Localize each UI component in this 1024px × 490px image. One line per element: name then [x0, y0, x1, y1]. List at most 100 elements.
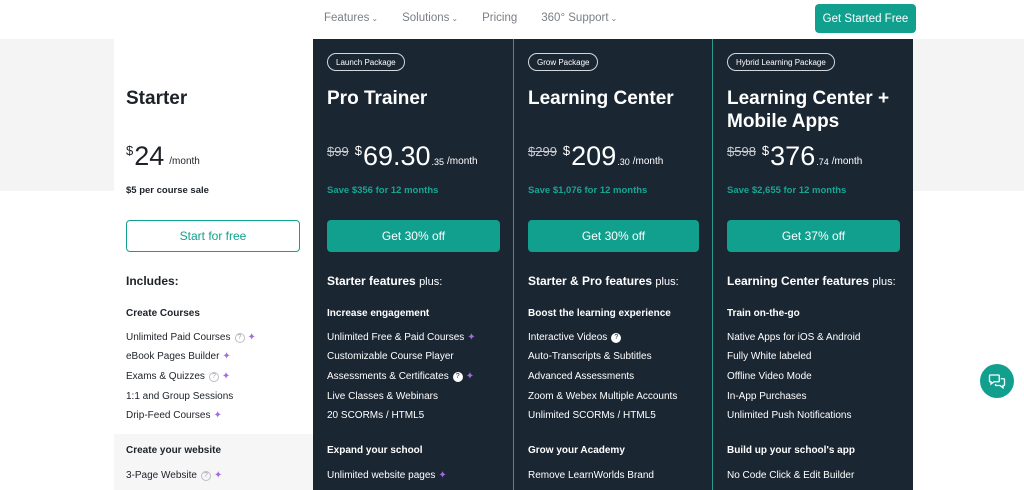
sparkle-icon: ✦: [222, 351, 231, 362]
sparkle-icon: ✦: [465, 371, 475, 382]
feature-label: No Code Click & Edit Builder: [727, 470, 855, 481]
feature-item: eBook Pages Builder ✦: [126, 351, 231, 362]
feature-item: Unlimited SCORMs / HTML5: [528, 410, 656, 421]
chevron-down-icon: ⌄: [451, 13, 459, 23]
section-heading: Grow your Academy: [528, 445, 625, 456]
currency-symbol: $: [126, 143, 134, 158]
plan-title-line: Mobile Apps: [727, 111, 840, 132]
feature-label: In-App Purchases: [727, 391, 807, 402]
nav-item-features[interactable]: Features ⌄: [324, 12, 378, 24]
get-started-free-button[interactable]: Get Started Free: [815, 4, 916, 33]
get-discount-button[interactable]: Get 37% off: [727, 220, 900, 252]
per-sale-fee: $5 per course sale: [126, 185, 209, 196]
feature-label: Offline Video Mode: [727, 371, 812, 382]
section-heading: Increase engagement: [327, 308, 430, 319]
nav-item-support[interactable]: 360° Support ⌄: [541, 12, 617, 24]
currency-symbol: $: [354, 143, 362, 158]
chevron-down-icon: ⌄: [610, 13, 618, 23]
package-tag: Launch Package: [327, 53, 405, 71]
feature-item: Zoom & Webex Multiple Accounts: [528, 391, 677, 402]
chat-button[interactable]: [980, 364, 1014, 398]
feature-item: Customizable Course Player: [327, 351, 454, 362]
plan-mobile-apps: Hybrid Learning Package Learning Center …: [727, 39, 901, 490]
feature-item: Interactive Videos?: [528, 332, 622, 343]
feature-label: Advanced Assessments: [528, 371, 635, 382]
price-amount: 376: [770, 141, 816, 171]
feature-label: Native Apps for iOS & Android: [727, 332, 861, 343]
plan-price: $598 $ 376 .74 /month: [727, 141, 862, 171]
section-heading: Create your website: [126, 445, 222, 456]
feature-label: Drip-Feed Courses: [126, 410, 211, 421]
feature-item: 1:1 and Group Sessions: [126, 391, 233, 402]
feature-label: Unlimited website pages: [327, 470, 436, 481]
price-cents: .74: [816, 157, 829, 167]
includes-plus: plus:: [655, 276, 679, 288]
feature-label: Customizable Course Player: [327, 351, 454, 362]
feature-label: eBook Pages Builder: [126, 351, 220, 362]
package-tag: Grow Package: [528, 53, 599, 71]
get-discount-button[interactable]: Get 30% off: [327, 220, 500, 252]
nav-menu: Features ⌄ Solutions ⌄ Pricing 360° Suppor…: [324, 12, 641, 24]
nav-label: 360° Support: [541, 12, 609, 24]
feature-item: Native Apps for iOS & Android: [727, 332, 860, 343]
feature-item: Unlimited Free & Paid Courses ✦: [327, 332, 476, 343]
feature-label: Auto-Transcripts & Subtitles: [528, 351, 652, 362]
original-price: $598: [727, 144, 756, 159]
feature-label: Interactive Videos: [528, 332, 608, 343]
includes-bold: Learning Center features: [727, 274, 870, 288]
feature-label: 20 SCORMs / HTML5: [327, 410, 425, 421]
includes-plus: plus:: [872, 276, 896, 288]
includes-plus: plus:: [419, 276, 443, 288]
get-discount-button[interactable]: Get 30% off: [528, 220, 699, 252]
sparkle-icon: ✦: [247, 332, 256, 343]
nav-item-pricing[interactable]: Pricing: [482, 12, 517, 24]
feature-label: Remove LearnWorlds Brand: [528, 470, 654, 481]
feature-item: Unlimited Push Notifications: [727, 410, 852, 421]
feature-label: Live Classes & Webinars: [327, 391, 438, 402]
feature-label: Fully White labeled: [727, 351, 812, 362]
price-cents: .30: [617, 157, 630, 167]
top-navigation: Features ⌄ Solutions ⌄ Pricing 360° Suppor…: [0, 0, 1024, 39]
feature-label: Unlimited Free & Paid Courses: [327, 332, 465, 343]
help-icon[interactable]: ?: [200, 470, 211, 481]
plan-title: Starter: [126, 88, 188, 109]
sparkle-icon: ✦: [213, 470, 223, 481]
start-for-free-button[interactable]: Start for free: [126, 220, 300, 252]
package-tag: Hybrid Learning Package: [727, 53, 835, 71]
includes-heading: Starter features plus:: [327, 274, 442, 288]
feature-item: Fully White labeled: [727, 351, 811, 362]
feature-label: Exams & Quizzes: [126, 371, 205, 382]
feature-item: Drip-Feed Courses ✦: [126, 410, 222, 421]
feature-item: No Code Click & Edit Builder: [727, 470, 854, 481]
plan-pro-trainer: Launch Package Pro Trainer $99 $ 69.30 .…: [327, 39, 502, 490]
sparkle-icon: ✦: [213, 410, 222, 421]
feature-item: Assessments & Certificates? ✦: [327, 371, 474, 382]
feature-label: Unlimited Push Notifications: [727, 410, 852, 421]
help-icon[interactable]: ?: [452, 371, 463, 382]
help-icon[interactable]: ?: [234, 332, 245, 343]
includes-bold: Starter features: [327, 274, 416, 288]
feature-label: 3-Page Website: [126, 470, 197, 481]
sparkle-icon: ✦: [221, 371, 231, 382]
currency-symbol: $: [761, 143, 770, 158]
includes-heading: Starter & Pro features plus:: [528, 274, 679, 288]
plan-starter: Starter $ 24 /month $5 per course sale S…: [126, 39, 301, 490]
savings-text: Save $2,655 for 12 months: [727, 185, 847, 196]
plan-title: Pro Trainer: [327, 88, 428, 109]
sparkle-icon: ✦: [467, 332, 476, 343]
feature-item: Remove LearnWorlds Brand: [528, 470, 654, 481]
feature-item: Unlimited website pages ✦: [327, 470, 447, 481]
section-heading: Build up your school's app: [727, 445, 855, 456]
price-cents: .35: [431, 157, 445, 167]
help-icon[interactable]: ?: [611, 332, 622, 343]
original-price: $99: [327, 144, 349, 159]
savings-text: Save $356 for 12 months: [327, 185, 439, 196]
feature-item: Exams & Quizzes? ✦: [126, 371, 230, 382]
price-period: /month: [632, 156, 664, 167]
section-heading: Boost the learning experience: [528, 308, 671, 319]
nav-item-solutions[interactable]: Solutions ⌄: [402, 12, 458, 24]
price-period: /month: [447, 156, 478, 167]
nav-label: Solutions: [402, 12, 450, 24]
price-amount: 69.30: [362, 141, 431, 171]
help-icon[interactable]: ?: [208, 371, 219, 382]
